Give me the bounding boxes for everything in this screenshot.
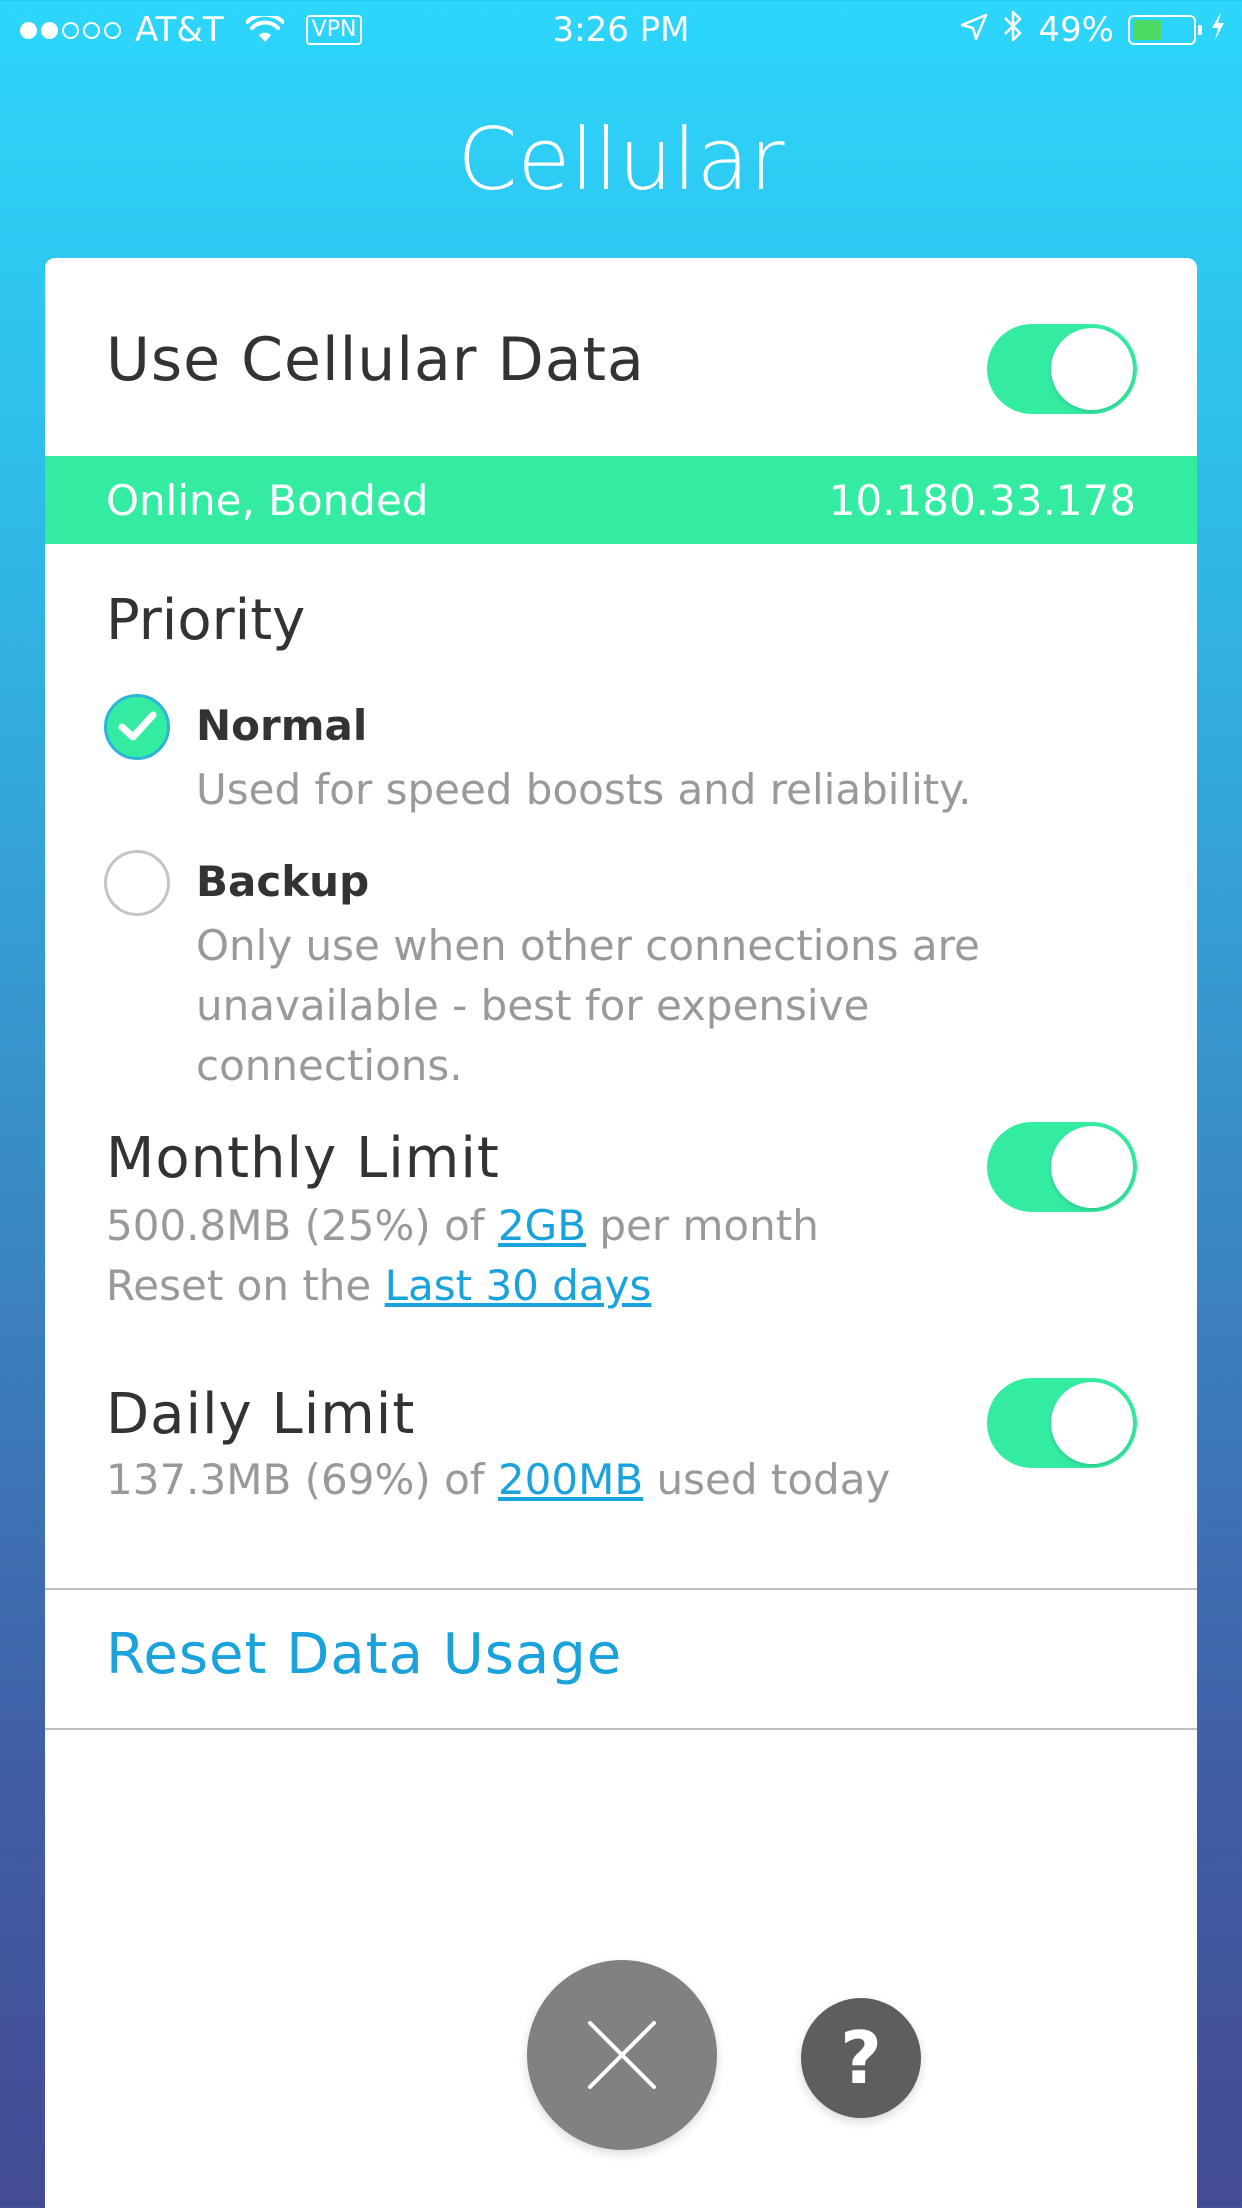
bluetooth-icon: [1002, 9, 1024, 52]
help-button[interactable]: ?: [801, 1998, 921, 2118]
charging-bolt-icon: [1210, 10, 1226, 50]
toggle-knob: [1051, 328, 1133, 410]
daily-usage-text: 137.3MB (69%) of 200MB used today: [106, 1455, 891, 1504]
cellular-settings-card: Use Cellular Data Online, Bonded 10.180.…: [45, 258, 1197, 2208]
divider: [45, 1728, 1197, 1730]
daily-limit-heading: Daily Limit: [106, 1382, 416, 1447]
close-icon: [588, 2021, 656, 2089]
monthly-reset-period-link[interactable]: Last 30 days: [385, 1261, 652, 1310]
status-bar-right: 49%: [946, 8, 1226, 52]
ip-address: 10.180.33.178: [828, 476, 1136, 525]
checkmark-icon: [118, 711, 157, 741]
toggle-knob: [1051, 1126, 1133, 1208]
daily-limit-toggle[interactable]: [987, 1378, 1137, 1468]
monthly-reset-text: Reset on the Last 30 days: [106, 1261, 652, 1310]
battery-icon: [1128, 15, 1202, 45]
priority-backup-title[interactable]: Backup: [196, 854, 369, 910]
use-cellular-data-label: Use Cellular Data: [106, 325, 645, 395]
priority-backup-description: Only use when other connections are unav…: [196, 921, 980, 1090]
monthly-usage-text: 500.8MB (25%) of 2GB per month: [106, 1201, 819, 1250]
priority-heading: Priority: [106, 588, 306, 653]
connection-status-bar: Online, Bonded 10.180.33.178: [45, 456, 1197, 544]
toggle-knob: [1051, 1382, 1133, 1464]
battery-level-fill: [1133, 20, 1162, 40]
monthly-limit-toggle[interactable]: [987, 1122, 1137, 1212]
priority-normal-description: Used for speed boosts and reliability.: [196, 765, 972, 814]
monthly-limit-heading: Monthly Limit: [106, 1126, 500, 1191]
priority-normal-radio[interactable]: [104, 694, 170, 760]
use-cellular-data-toggle[interactable]: [987, 324, 1137, 414]
monthly-limit-value-link[interactable]: 2GB: [498, 1201, 586, 1250]
close-button[interactable]: [527, 1960, 717, 2150]
status-bar: AT&T VPN 3:26 PM 49%: [0, 0, 1242, 60]
daily-limit-value-link[interactable]: 200MB: [498, 1455, 643, 1504]
battery-percent: 49%: [1038, 10, 1114, 50]
priority-backup-radio[interactable]: [104, 850, 170, 916]
location-arrow-icon: [960, 10, 988, 50]
connection-status: Online, Bonded: [106, 476, 429, 525]
reset-data-usage-button[interactable]: Reset Data Usage: [106, 1620, 622, 1690]
page-title: Cellular: [457, 110, 785, 210]
divider: [45, 1588, 1197, 1590]
priority-normal-title[interactable]: Normal: [196, 698, 367, 754]
